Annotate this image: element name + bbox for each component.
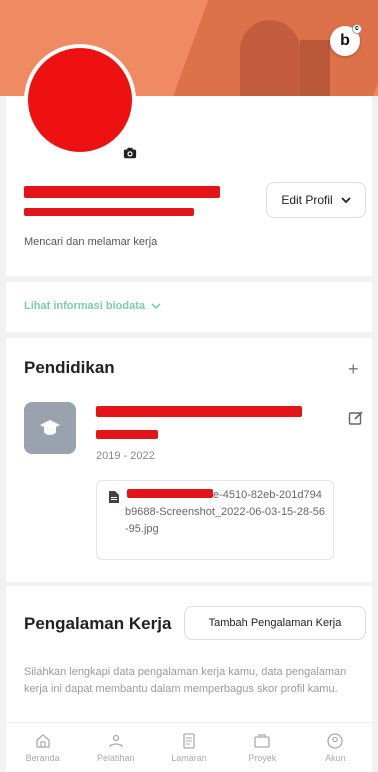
profile-name-redacted <box>24 186 220 198</box>
profile-card: Edit Profil Mencari dan melamar kerja <box>6 44 372 276</box>
file-icon <box>109 491 119 503</box>
bottom-nav: Beranda Pelatihan Lamaran Proyek Akun <box>6 722 372 772</box>
nav-label: Beranda <box>25 753 60 763</box>
cover-decoration <box>300 40 330 96</box>
avatar-frame <box>24 44 136 156</box>
cover-decoration <box>240 20 300 96</box>
people-icon <box>109 734 123 748</box>
chevron-down-icon <box>341 197 351 204</box>
experience-description: Silahkan lengkapi data pengalaman kerja … <box>24 666 347 695</box>
nav-item-lamaran[interactable]: Lamaran <box>152 723 225 772</box>
education-card: Pendidikan + 2019 - 2022 e-4510-82eb-201… <box>6 338 372 582</box>
profile-email-redacted <box>24 208 194 216</box>
experience-card: Pengalaman Kerja Tambah Pengalaman Kerja… <box>6 586 372 736</box>
education-years: 2019 - 2022 <box>96 450 155 462</box>
badge-dot-icon: c <box>352 24 362 34</box>
edit-profile-button[interactable]: Edit Profil <box>266 182 366 218</box>
nav-item-akun[interactable]: Akun <box>299 723 372 772</box>
edit-icon[interactable] <box>348 410 364 426</box>
nav-item-beranda[interactable]: Beranda <box>6 723 79 772</box>
education-title: Pendidikan <box>24 358 115 377</box>
avatar[interactable] <box>28 48 132 152</box>
profile-tagline: Mencari dan melamar kerja <box>24 236 158 248</box>
home-icon <box>35 734 50 748</box>
chevron-down-icon <box>151 303 161 310</box>
major-redacted <box>96 430 158 439</box>
attachment-file-name: e-4510-82eb-201d794b9688-Screenshot_2022… <box>125 489 325 535</box>
nav-label: Lamaran <box>171 753 207 763</box>
add-education-icon[interactable]: + <box>348 360 359 378</box>
nav-item-proyek[interactable]: Proyek <box>226 723 299 772</box>
nav-label: Akun <box>325 753 346 763</box>
attachment-file[interactable]: e-4510-82eb-201d794b9688-Screenshot_2022… <box>96 480 334 560</box>
graduation-cap-icon <box>24 402 76 454</box>
document-icon <box>183 733 195 749</box>
brand-logo-icon[interactable]: bc <box>330 24 362 56</box>
bio-card: Lihat informasi biodata <box>6 282 372 332</box>
briefcase-icon <box>254 734 270 748</box>
bio-link-label: Lihat informasi biodata <box>24 300 146 312</box>
nav-label: Proyek <box>248 753 277 763</box>
account-icon <box>327 733 344 749</box>
school-name-redacted <box>96 406 302 417</box>
experience-title: Pengalaman Kerja <box>24 614 172 633</box>
nav-label: Pelatihan <box>97 753 135 763</box>
nav-item-pelatihan[interactable]: Pelatihan <box>79 723 152 772</box>
edit-profile-label: Edit Profil <box>281 193 333 207</box>
bio-link[interactable]: Lihat informasi biodata <box>24 300 161 312</box>
camera-icon[interactable] <box>119 142 141 164</box>
add-experience-button[interactable]: Tambah Pengalaman Kerja <box>184 606 366 640</box>
